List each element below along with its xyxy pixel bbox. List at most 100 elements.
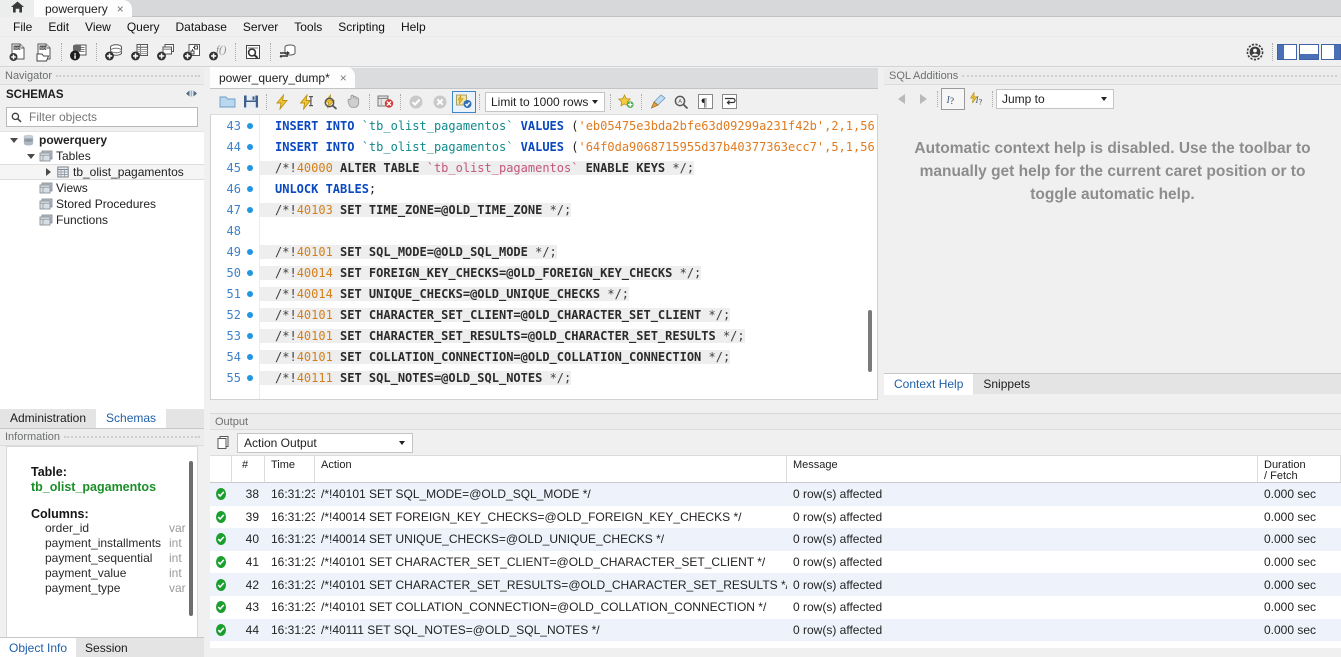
menu-item-file[interactable]: File xyxy=(5,18,40,36)
statement-marker-icon[interactable] xyxy=(241,248,259,255)
tree-node-views[interactable]: Views xyxy=(0,180,204,196)
sql-line[interactable]: 44 INSERT INTO `tb_olist_pagamentos` VAL… xyxy=(211,136,877,157)
sql-line[interactable]: 45 /*!40000 ALTER TABLE `tb_olist_pagame… xyxy=(211,157,877,178)
tab-session[interactable]: Session xyxy=(76,638,137,657)
tree-node-powerquery[interactable]: powerquery xyxy=(0,132,204,148)
tab-administration[interactable]: Administration xyxy=(0,408,96,428)
chevron-right-icon[interactable] xyxy=(42,168,54,176)
statement-marker-icon[interactable] xyxy=(241,185,259,192)
schema-tree[interactable]: powerquery Tables tb_olist_pagamentos Vi… xyxy=(0,131,204,409)
table-row[interactable]: 40 16:31:23 /*!40014 SET UNIQUE_CHECKS=@… xyxy=(210,528,1341,551)
sql-line[interactable]: 55 /*!40111 SET SQL_NOTES=@OLD_SQL_NOTES… xyxy=(211,367,877,388)
jump-to-select[interactable]: Jump to xyxy=(996,89,1114,109)
sql-line[interactable]: 49 /*!40101 SET SQL_MODE=@OLD_SQL_MODE *… xyxy=(211,241,877,262)
sql-line[interactable]: 47 /*!40103 SET TIME_ZONE=@OLD_TIME_ZONE… xyxy=(211,199,877,220)
statement-marker-icon[interactable] xyxy=(241,143,259,150)
sql-line[interactable]: 52 /*!40101 SET CHARACTER_SET_CLIENT=@OL… xyxy=(211,304,877,325)
grid-header-message[interactable]: Message xyxy=(787,456,1258,482)
home-tab[interactable] xyxy=(0,0,34,17)
statement-marker-icon[interactable] xyxy=(241,353,259,360)
sql-code-area[interactable]: 43 INSERT INTO `tb_olist_pagamentos` VAL… xyxy=(210,115,878,400)
auto-context-help-icon[interactable]: I ? xyxy=(965,88,989,110)
create-view-icon[interactable] xyxy=(153,39,179,65)
layout-right-icon[interactable] xyxy=(1321,43,1341,60)
toggle-breakpoint-icon[interactable] xyxy=(373,91,397,113)
statement-marker-icon[interactable] xyxy=(241,122,259,129)
table-row[interactable]: 41 16:31:23 /*!40101 SET CHARACTER_SET_C… xyxy=(210,551,1341,574)
toggle-autocommit-icon[interactable] xyxy=(452,90,476,113)
grid-header-time[interactable]: Time xyxy=(265,456,315,482)
tree-node-tables[interactable]: Tables xyxy=(0,148,204,164)
shield-icon[interactable] xyxy=(1242,39,1268,65)
tab-snippets[interactable]: Snippets xyxy=(973,374,1040,395)
statement-marker-icon[interactable] xyxy=(241,269,259,276)
connection-tab-powerquery[interactable]: powerquery × xyxy=(34,0,132,17)
commit-icon[interactable] xyxy=(404,91,428,113)
action-output-grid[interactable]: # Time Action Message Duration / Fetch 3… xyxy=(210,456,1341,648)
rollback-icon[interactable] xyxy=(428,91,452,113)
output-mode-select[interactable]: Action Output xyxy=(237,432,413,453)
table-row[interactable]: 43 16:31:23 /*!40101 SET COLLATION_CONNE… xyxy=(210,596,1341,619)
sql-line[interactable]: 50 /*!40014 SET FOREIGN_KEY_CHECKS=@OLD_… xyxy=(211,262,877,283)
explain-statement-icon[interactable] xyxy=(318,91,342,113)
chevron-down-icon[interactable] xyxy=(25,153,37,159)
menu-item-view[interactable]: View xyxy=(77,18,119,36)
snippet-star-icon[interactable] xyxy=(614,91,638,113)
tab-context-help[interactable]: Context Help xyxy=(884,373,974,395)
open-sql-script-icon[interactable]: SQL xyxy=(31,39,57,65)
statement-marker-icon[interactable] xyxy=(241,374,259,381)
sql-line[interactable]: 53 /*!40101 SET CHARACTER_SET_RESULTS=@O… xyxy=(211,325,877,346)
open-script-icon[interactable] xyxy=(215,91,239,113)
filter-objects-input[interactable] xyxy=(27,109,193,125)
layout-left-icon[interactable] xyxy=(1277,43,1297,60)
sql-line[interactable]: 46 UNLOCK TABLES; xyxy=(211,178,877,199)
table-row[interactable]: 42 16:31:23 /*!40101 SET CHARACTER_SET_R… xyxy=(210,573,1341,596)
menu-item-tools[interactable]: Tools xyxy=(286,18,330,36)
create-procedure-icon[interactable] xyxy=(179,39,205,65)
grid-header-duration[interactable]: Duration / Fetch xyxy=(1258,456,1341,482)
stop-execution-icon[interactable] xyxy=(342,91,366,113)
search-data-icon[interactable] xyxy=(240,39,266,65)
statement-marker-icon[interactable] xyxy=(241,206,259,213)
table-row[interactable]: 39 16:31:23 /*!40014 SET FOREIGN_KEY_CHE… xyxy=(210,506,1341,529)
filter-objects-box[interactable] xyxy=(6,107,198,127)
tree-node-functions[interactable]: Functions xyxy=(0,212,204,228)
connection-info-icon[interactable] xyxy=(66,39,92,65)
sql-line[interactable]: 51 /*!40014 SET UNIQUE_CHECKS=@OLD_UNIQU… xyxy=(211,283,877,304)
tree-node-tb-olist-pagamentos[interactable]: tb_olist_pagamentos xyxy=(0,164,204,180)
statement-marker-icon[interactable] xyxy=(241,164,259,171)
close-icon[interactable]: × xyxy=(117,3,124,15)
arrow-right-icon[interactable] xyxy=(912,89,934,109)
reconnect-dbms-icon[interactable] xyxy=(275,39,301,65)
toggle-wordwrap-icon[interactable] xyxy=(717,91,741,113)
context-help-icon[interactable]: I ? xyxy=(941,88,965,110)
statement-marker-icon[interactable] xyxy=(241,311,259,318)
row-limit-select[interactable]: Limit to 1000 rows xyxy=(485,91,605,112)
grid-header-number[interactable]: # xyxy=(232,456,265,482)
layout-bottom-icon[interactable] xyxy=(1299,43,1319,60)
find-icon[interactable]: A xyxy=(669,91,693,113)
new-sql-tab-icon[interactable]: SQL xyxy=(5,39,31,65)
create-function-icon[interactable]: f() xyxy=(205,39,231,65)
menu-item-edit[interactable]: Edit xyxy=(40,18,77,36)
arrow-left-icon[interactable] xyxy=(890,89,912,109)
sql-line[interactable]: 43 INSERT INTO `tb_olist_pagamentos` VAL… xyxy=(211,115,877,136)
menu-item-query[interactable]: Query xyxy=(119,18,168,36)
statement-marker-icon[interactable] xyxy=(241,290,259,297)
menu-item-scripting[interactable]: Scripting xyxy=(330,18,393,36)
editor-tab-power-query-dump[interactable]: power_query_dump* × xyxy=(210,67,355,88)
execute-statement-icon[interactable] xyxy=(270,91,294,113)
chevron-down-icon[interactable] xyxy=(8,137,20,143)
statement-marker-icon[interactable] xyxy=(241,332,259,339)
sql-line[interactable]: 54 /*!40101 SET COLLATION_CONNECTION=@OL… xyxy=(211,346,877,367)
save-script-icon[interactable] xyxy=(239,91,263,113)
menu-item-server[interactable]: Server xyxy=(235,18,286,36)
create-table-icon[interactable] xyxy=(127,39,153,65)
copy-icon[interactable] xyxy=(216,435,231,450)
tab-schemas[interactable]: Schemas xyxy=(96,408,167,428)
toggle-invisible-chars-icon[interactable]: ¶ xyxy=(693,91,717,113)
create-schema-icon[interactable] xyxy=(101,39,127,65)
table-row[interactable]: 38 16:31:23 /*!40101 SET SQL_MODE=@OLD_S… xyxy=(210,483,1341,506)
close-icon[interactable]: × xyxy=(340,71,347,85)
beautify-query-icon[interactable] xyxy=(645,91,669,113)
